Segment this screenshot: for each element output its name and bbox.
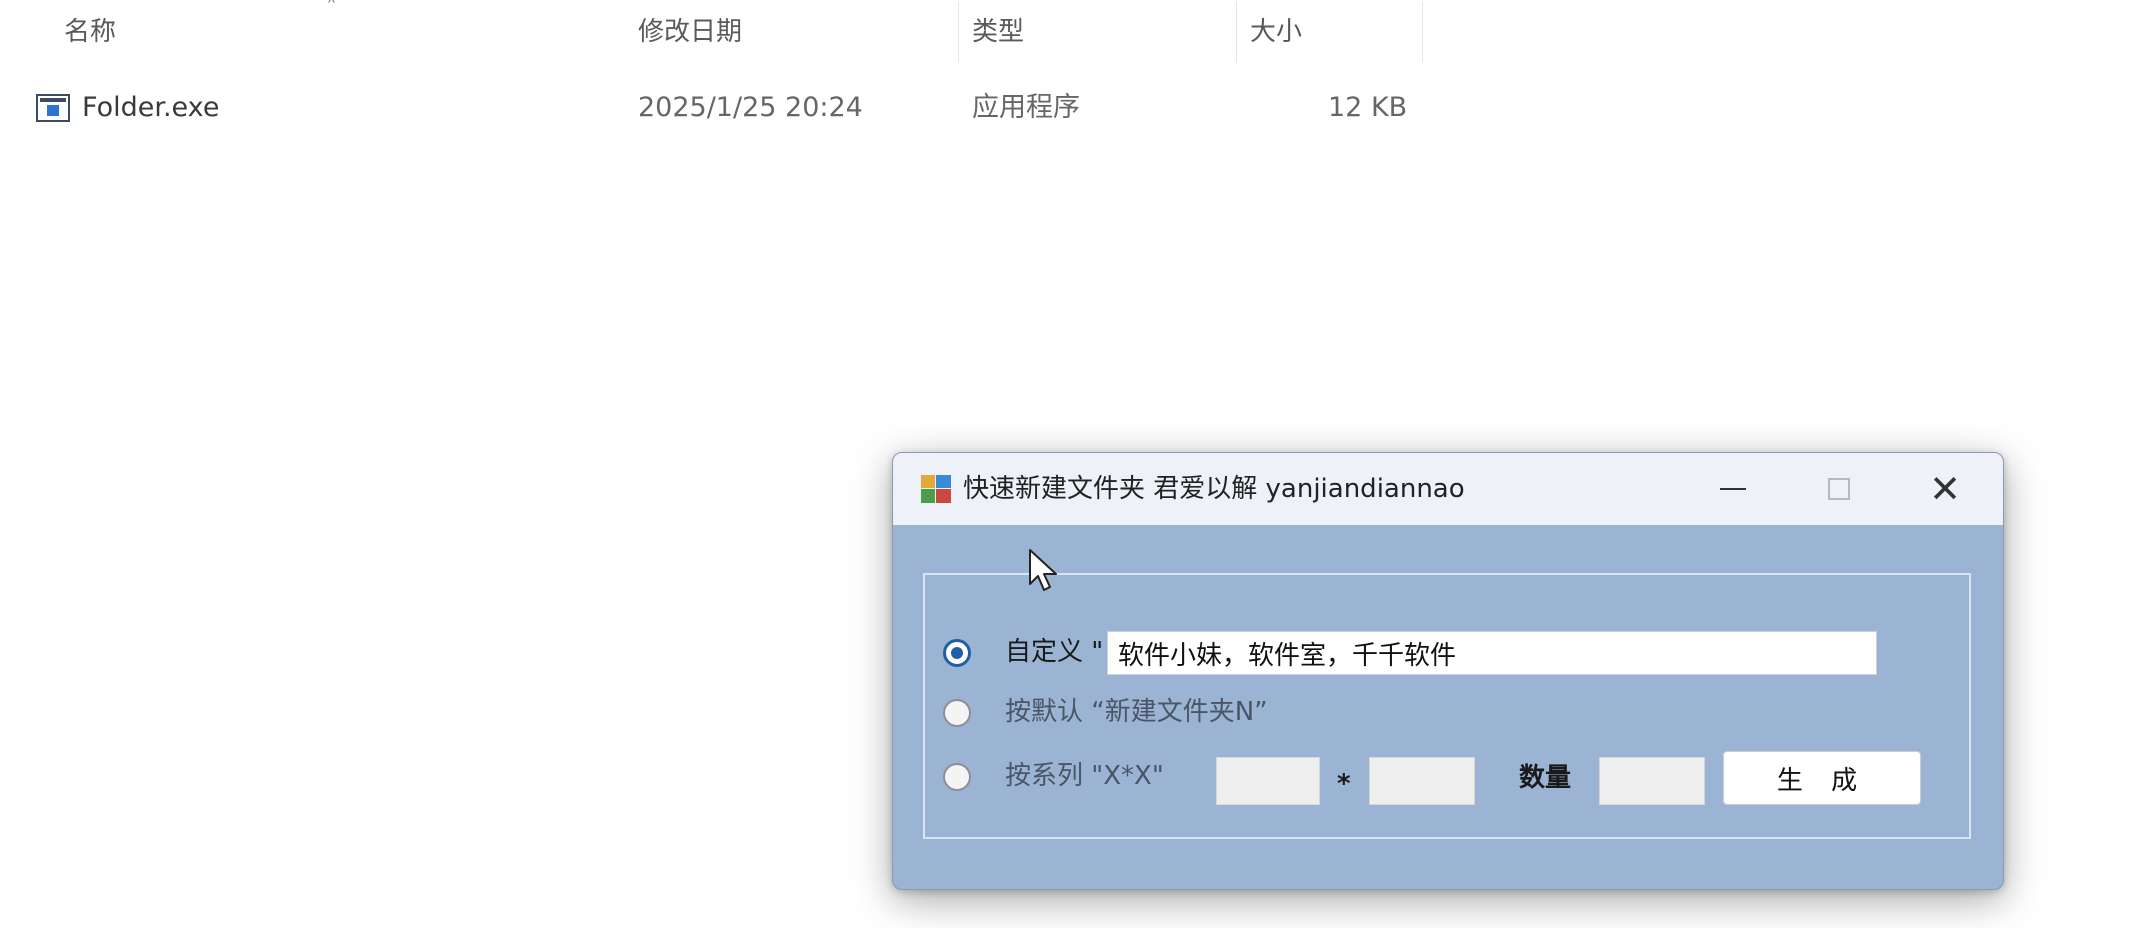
dialog-titlebar[interactable]: 快速新建文件夹 君爱以解 yanjiandiannao ✕: [893, 453, 2003, 525]
mouse-pointer-icon: [1029, 549, 1057, 591]
custom-names-input[interactable]: [1107, 631, 1877, 675]
series-option-label[interactable]: 按系列 "X*X": [1005, 759, 1164, 793]
generate-button[interactable]: 生 成: [1723, 751, 1921, 805]
default-option-label[interactable]: 按默认 “新建文件夹N”: [1005, 695, 1268, 729]
file-name[interactable]: Folder.exe: [82, 90, 219, 126]
column-header-modified[interactable]: 修改日期: [632, 14, 742, 54]
times-symbol: *: [1337, 769, 1351, 799]
exe-file-icon: [36, 94, 70, 122]
column-header-row: ˄ 名称 修改日期 类型 大小: [0, 0, 1430, 62]
column-header-size[interactable]: 大小: [1244, 14, 1302, 54]
close-icon: ✕: [1929, 467, 1961, 511]
column-header-type[interactable]: 类型: [966, 14, 1024, 54]
file-modified-date: 2025/1/25 20:24: [638, 92, 863, 123]
file-size: 12 KB: [1328, 92, 1408, 123]
column-divider[interactable]: [958, 2, 959, 62]
radio-default[interactable]: [943, 699, 971, 727]
column-divider[interactable]: [1236, 2, 1237, 62]
file-row[interactable]: Folder.exe 2025/1/25 20:24 应用程序 12 KB: [0, 84, 1430, 132]
quick-new-folder-dialog: 快速新建文件夹 君爱以解 yanjiandiannao ✕ 自定义 "，" 按默…: [892, 452, 2004, 890]
minimize-button[interactable]: [1683, 453, 1783, 525]
series-first-input[interactable]: [1216, 757, 1320, 805]
radio-custom[interactable]: [943, 639, 971, 667]
radio-series[interactable]: [943, 763, 971, 791]
dialog-title: 快速新建文件夹 君爱以解 yanjiandiannao: [963, 474, 1465, 504]
minimize-icon: [1720, 488, 1746, 490]
column-header-name[interactable]: 名称: [58, 14, 116, 54]
column-divider[interactable]: [1422, 2, 1423, 62]
sort-ascending-icon: ˄: [326, 0, 337, 21]
maximize-icon: [1828, 478, 1850, 500]
series-second-input[interactable]: [1369, 757, 1475, 805]
file-type: 应用程序: [972, 92, 1080, 123]
close-button[interactable]: ✕: [1895, 453, 1995, 525]
count-label: 数量: [1519, 763, 1572, 793]
maximize-button[interactable]: [1789, 453, 1889, 525]
count-input[interactable]: [1599, 757, 1705, 805]
app-icon: [921, 475, 951, 503]
